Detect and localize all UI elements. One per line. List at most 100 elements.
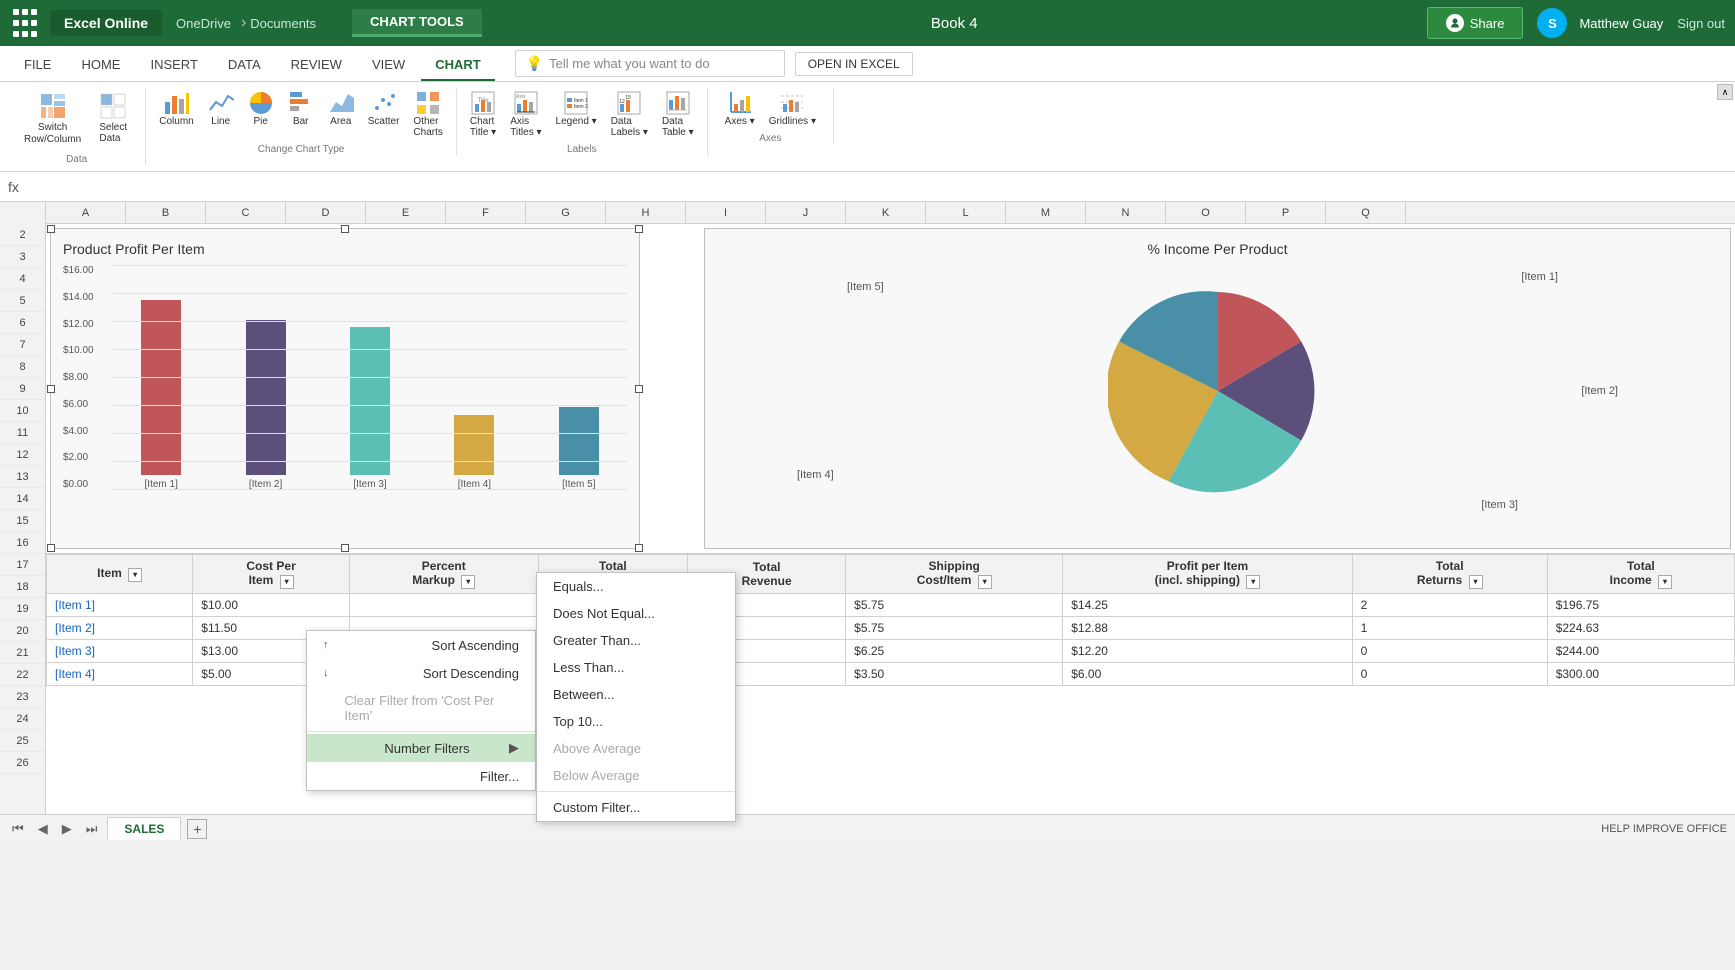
row-num-26[interactable]: 26 xyxy=(0,752,45,774)
row-num-6[interactable]: 6 xyxy=(0,312,45,334)
bar-item-4[interactable]: [Item 4] xyxy=(426,415,522,490)
area-chart-button[interactable]: Area xyxy=(323,88,359,129)
col-header-c[interactable]: C xyxy=(206,202,286,223)
tab-chart[interactable]: CHART xyxy=(421,50,495,81)
greater-than-item[interactable]: Greater Than... xyxy=(537,627,735,654)
filter-shipping-cost[interactable]: ▾ xyxy=(978,575,992,589)
col-header-j[interactable]: J xyxy=(766,202,846,223)
row-num-7[interactable]: 7 xyxy=(0,334,45,356)
col-header-e[interactable]: E xyxy=(366,202,446,223)
formula-bar-input[interactable] xyxy=(27,179,1727,194)
col-header-p[interactable]: P xyxy=(1246,202,1326,223)
chart-handle-tl[interactable] xyxy=(47,225,55,233)
does-not-equal-item[interactable]: Does Not Equal... xyxy=(537,600,735,627)
tab-insert[interactable]: INSERT xyxy=(136,50,211,81)
chart-title-button[interactable]: Title ChartTitle ▾ xyxy=(465,88,501,140)
tab-review[interactable]: REVIEW xyxy=(277,50,356,81)
row-num-10[interactable]: 10 xyxy=(0,400,45,422)
tell-me-box[interactable]: 💡 Tell me what you want to do xyxy=(515,50,785,77)
row-num-15[interactable]: 15 xyxy=(0,510,45,532)
gridlines-button[interactable]: Gridlines ▾ xyxy=(764,88,821,129)
chart-handle-mr[interactable] xyxy=(635,385,643,393)
row-num-16[interactable]: 16 xyxy=(0,532,45,554)
chart-handle-tr[interactable] xyxy=(635,225,643,233)
nav-last[interactable]: ⏭ xyxy=(82,821,102,837)
row-num-3[interactable]: 3 xyxy=(0,246,45,268)
filter-total-returns[interactable]: ▾ xyxy=(1469,575,1483,589)
sort-descending-item[interactable]: ↓ Sort Descending xyxy=(307,659,535,687)
bar-item-2[interactable]: [Item 2] xyxy=(217,320,313,490)
tab-view[interactable]: VIEW xyxy=(358,50,419,81)
row-num-8[interactable]: 8 xyxy=(0,356,45,378)
col-header-n[interactable]: N xyxy=(1086,202,1166,223)
data-labels-button[interactable]: 12 15 DataLabels ▾ xyxy=(606,88,653,140)
row-num-4[interactable]: 4 xyxy=(0,268,45,290)
chart-handle-ml[interactable] xyxy=(47,385,55,393)
apps-icon[interactable] xyxy=(10,8,40,38)
nav-first[interactable]: ⏮ xyxy=(8,821,28,837)
less-than-item[interactable]: Less Than... xyxy=(537,654,735,681)
other-charts-button[interactable]: OtherCharts xyxy=(408,88,447,140)
row-num-2[interactable]: 2 xyxy=(0,224,45,246)
filter-cost-per-item[interactable]: ▾ xyxy=(280,575,294,589)
row-num-21[interactable]: 21 xyxy=(0,642,45,664)
row-num-25[interactable]: 25 xyxy=(0,730,45,752)
chart-handle-br[interactable] xyxy=(635,544,643,552)
col-header-a[interactable]: A xyxy=(46,202,126,223)
row-num-11[interactable]: 11 xyxy=(0,422,45,444)
col-header-b[interactable]: B xyxy=(126,202,206,223)
share-button[interactable]: Share xyxy=(1427,7,1524,39)
row-num-24[interactable]: 24 xyxy=(0,708,45,730)
legend-button[interactable]: Item 1 Item 2 Legend ▾ xyxy=(551,88,602,129)
row-num-19[interactable]: 19 xyxy=(0,598,45,620)
tab-file[interactable]: FILE xyxy=(10,50,65,81)
col-header-q[interactable]: Q xyxy=(1326,202,1406,223)
data-table-button[interactable]: DataTable ▾ xyxy=(657,88,699,140)
column-chart-button[interactable]: Column xyxy=(154,88,198,129)
row-num-18[interactable]: 18 xyxy=(0,576,45,598)
row-num-20[interactable]: 20 xyxy=(0,620,45,642)
col-header-h[interactable]: H xyxy=(606,202,686,223)
col-header-f[interactable]: F xyxy=(446,202,526,223)
row-num-23[interactable]: 23 xyxy=(0,686,45,708)
col-header-g[interactable]: G xyxy=(526,202,606,223)
tab-data[interactable]: DATA xyxy=(214,50,275,81)
sign-out-link[interactable]: Sign out xyxy=(1677,16,1725,31)
axis-titles-button[interactable]: Axis AxisTitles ▾ xyxy=(505,88,546,140)
sort-ascending-item[interactable]: ↑ Sort Ascending xyxy=(307,631,535,659)
filter-total-income[interactable]: ▾ xyxy=(1658,575,1672,589)
scatter-chart-button[interactable]: Scatter xyxy=(363,88,405,129)
row-num-17[interactable]: 17 xyxy=(0,554,45,576)
breadcrumb-documents[interactable]: Documents xyxy=(250,16,316,31)
bar-chart-button[interactable]: Bar xyxy=(283,88,319,129)
top10-item[interactable]: Top 10... xyxy=(537,708,735,735)
open-in-excel-button[interactable]: OPEN IN EXCEL xyxy=(795,52,913,76)
app-name[interactable]: Excel Online xyxy=(50,10,162,36)
chart-handle-bl[interactable] xyxy=(47,544,55,552)
bar-item-1[interactable]: [Item 1] xyxy=(113,300,209,490)
help-improve-text[interactable]: HELP IMPROVE OFFICE xyxy=(1601,823,1727,835)
switch-row-col-button[interactable]: SwitchRow/Column xyxy=(18,88,87,150)
between-item[interactable]: Between... xyxy=(537,681,735,708)
bar-item-3[interactable]: [Item 3] xyxy=(322,327,418,490)
col-header-i[interactable]: I xyxy=(686,202,766,223)
number-filters-item[interactable]: Number Filters ▶ xyxy=(307,734,535,762)
pie-chart-container[interactable]: % Income Per Product [Item 5] [Item 1] [… xyxy=(704,228,1731,549)
nav-prev[interactable]: ◀ xyxy=(34,821,52,837)
tab-home[interactable]: HOME xyxy=(67,50,134,81)
row-num-9[interactable]: 9 xyxy=(0,378,45,400)
add-sheet-button[interactable]: + xyxy=(187,819,207,839)
ribbon-collapse-button[interactable]: ∧ xyxy=(1717,84,1733,100)
data-table-area[interactable]: Item ▾ Cost PerItem ▾ PercentMarkup ▾ xyxy=(46,554,1735,814)
row-num-12[interactable]: 12 xyxy=(0,444,45,466)
row-num-5[interactable]: 5 xyxy=(0,290,45,312)
row-num-14[interactable]: 14 xyxy=(0,488,45,510)
chart-handle-tc[interactable] xyxy=(341,225,349,233)
pie-chart-button[interactable]: Pie xyxy=(243,88,279,129)
filter-item[interactable]: Filter... xyxy=(307,762,535,790)
col-header-m[interactable]: M xyxy=(1006,202,1086,223)
chart-tools-tab[interactable]: CHART TOOLS xyxy=(352,9,482,37)
custom-filter-item[interactable]: Custom Filter... xyxy=(537,794,735,821)
bar-chart-container[interactable]: Product Profit Per Item xyxy=(50,228,640,549)
breadcrumb-onedrive[interactable]: OneDrive xyxy=(176,16,231,31)
